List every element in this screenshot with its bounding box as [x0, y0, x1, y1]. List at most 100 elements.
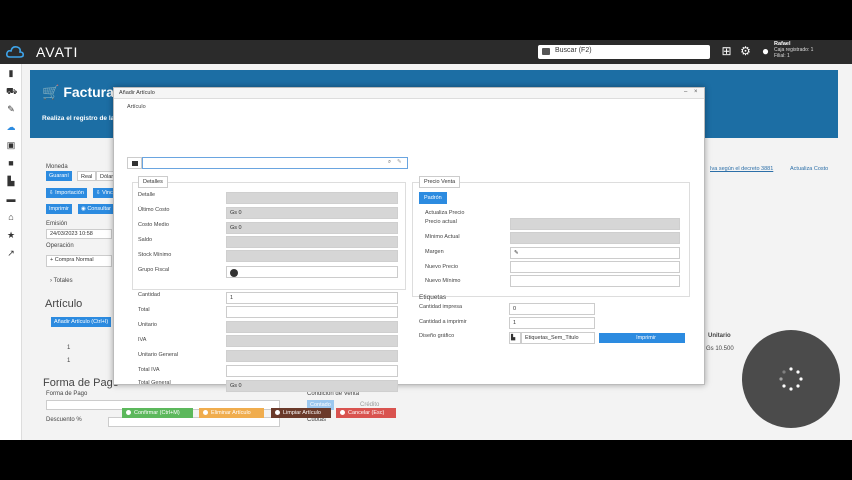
detalle-field — [226, 192, 398, 204]
row-number: 1 — [67, 345, 71, 351]
descuento-field[interactable] — [108, 417, 280, 427]
eraser-icon — [275, 410, 280, 415]
brand-name: AVATI — [36, 44, 79, 60]
totales-toggle[interactable]: › Totales — [50, 278, 73, 284]
importacion-button[interactable]: ⇩ Importación — [46, 188, 87, 198]
margen-field[interactable]: ✎ — [510, 247, 680, 259]
cart-icon[interactable]: ⛟ — [6, 86, 17, 96]
consultar-button[interactable]: ◉ Consultar — [78, 204, 114, 214]
precio-venta-tab[interactable]: Precio Venta — [419, 176, 461, 188]
articulo-label: Artículo — [127, 104, 146, 110]
imprimir-etiqueta-button[interactable]: Imprimir — [599, 333, 685, 343]
add-circle-icon[interactable] — [230, 269, 238, 277]
edit-icon[interactable]: ✎ — [397, 159, 402, 165]
costo-medio-field: Gs 0 — [226, 222, 398, 234]
total-iva-label: Total IVA — [138, 367, 160, 373]
total-iva-field[interactable] — [226, 365, 398, 377]
row-unitario: Gs 10.500 — [706, 346, 734, 352]
emision-label: Emisión — [46, 221, 68, 227]
screen: AVATI Buscar (F2) ⊞ ⚙ ● Rafael Caja regi… — [0, 40, 852, 440]
nuevo-precio-field[interactable] — [510, 261, 680, 273]
grupo-fiscal-field[interactable] — [226, 266, 398, 278]
detalle-label: Detalle — [138, 192, 156, 198]
operacion-field[interactable]: + Compra Normal — [46, 255, 112, 267]
nuevo-minimo-label: Nuevo Mínimo — [425, 278, 461, 284]
truck-icon[interactable]: ▬ — [6, 194, 16, 204]
cancelar-button[interactable]: Cancelar (Esc) — [336, 408, 396, 418]
cantidad-impresa-field[interactable]: 0 — [509, 303, 595, 315]
moneda-guarani[interactable]: Guaraní — [46, 171, 72, 181]
close-icon — [340, 410, 345, 415]
cantidad-label: Cantidad — [138, 292, 161, 298]
dialog-titlebar: Añadir Artículo – × — [114, 88, 704, 99]
iva-field — [226, 335, 398, 347]
cantidad-imprimir-field[interactable]: 1 — [509, 317, 595, 329]
col-unitario: Unitario — [708, 333, 731, 339]
decreto-link[interactable]: Iva según el decreto 3881 — [710, 166, 773, 172]
saldo-label: Saldo — [138, 237, 153, 243]
box-icon[interactable]: ■ — [6, 158, 16, 168]
articulo-heading: Artículo — [45, 298, 83, 310]
factory-icon[interactable]: ▙ — [6, 176, 16, 186]
close-icon[interactable]: × — [694, 89, 698, 95]
diseno-type-button[interactable]: ▙ — [509, 332, 521, 344]
cloud-nav-icon[interactable]: ☁ — [6, 122, 16, 132]
margen-label: Margen — [425, 249, 444, 255]
forma-pago-label: Forma de Pago — [46, 391, 88, 397]
minimize-icon[interactable]: – — [684, 89, 687, 95]
user-icon[interactable]: ● — [759, 45, 772, 58]
nuevo-minimo-field[interactable] — [510, 275, 680, 287]
search-icon[interactable]: ⌕ — [388, 159, 391, 166]
page-title: 🛒 Factura — [42, 84, 114, 100]
gear-icon[interactable]: ⚙ — [739, 45, 752, 58]
padron-tab[interactable]: Padrón — [419, 192, 447, 204]
cantidad-imprimir-label: Cantidad a imprimir — [419, 319, 467, 325]
eliminar-button[interactable]: Eliminar Artículo — [199, 408, 264, 418]
global-search-input[interactable]: Buscar (F2) — [538, 45, 710, 59]
cantidad-field[interactable]: 1 — [226, 292, 398, 304]
article-type-button[interactable] — [127, 157, 142, 169]
cantidad-impresa-label: Cantidad impresa — [419, 304, 463, 310]
add-article-dialog: Añadir Artículo – × Artículo ⌕ ✎ Detalle… — [113, 87, 705, 418]
money-icon[interactable]: ▣ — [6, 140, 16, 150]
wrench-icon[interactable]: ✎ — [6, 104, 16, 114]
row-number-2: 1 — [67, 358, 71, 364]
grupo-fiscal-label: Grupo Fiscal — [138, 267, 170, 273]
detalles-tab[interactable]: Detalles — [138, 176, 168, 188]
actualiza-costo-link[interactable]: Actualiza Costo — [790, 166, 828, 172]
descuento-label: Descuento % — [46, 417, 82, 423]
costo-medio-label: Costo Medio — [138, 222, 169, 228]
search-icon — [542, 48, 550, 55]
emision-field[interactable]: 24/03/2023 10:58 — [46, 229, 112, 239]
book-icon[interactable]: ▮ — [6, 68, 16, 78]
bank-icon[interactable]: ⌂ — [6, 212, 16, 222]
etiquetas-heading: Etiquetas — [419, 294, 447, 301]
unitario-field — [226, 321, 398, 333]
chart-icon[interactable]: ↗ — [6, 248, 16, 258]
star-icon[interactable]: ★ — [6, 230, 16, 240]
cloud-logo-icon[interactable] — [6, 45, 24, 59]
forma-pago-heading: Forma de Pago — [43, 377, 119, 389]
minimo-actual-field — [510, 232, 680, 244]
nuevo-precio-label: Nuevo Precio — [425, 264, 459, 270]
total-field[interactable] — [226, 306, 398, 318]
diseno-label: Diseño gráfico — [419, 333, 455, 339]
anadir-articulo-button[interactable]: Añadir Artículo (Ctrl+I) — [51, 317, 112, 327]
moneda-real[interactable]: Real — [77, 171, 97, 181]
limpiar-button[interactable]: Limpiar Artículo — [271, 408, 331, 418]
trash-icon — [203, 410, 208, 415]
unitario-general-field — [226, 350, 398, 362]
articulo-search-input[interactable] — [142, 157, 408, 169]
precio-actual-field — [510, 218, 680, 230]
total-label: Total — [138, 307, 150, 313]
confirmar-button[interactable]: Confirmar (Ctrl+M) — [122, 408, 193, 418]
operacion-label: Operación — [46, 243, 74, 249]
total-general-field: Gs 0 — [226, 380, 398, 392]
imprimir-bg-button[interactable]: Imprimir — [46, 204, 72, 214]
list-icon — [131, 161, 138, 166]
plus-square-icon[interactable]: ⊞ — [720, 45, 733, 58]
stock-minimo-label: Stock Mínimo — [138, 252, 172, 258]
top-bar: AVATI Buscar (F2) ⊞ ⚙ ● Rafael Caja regi… — [0, 40, 852, 64]
diseno-field[interactable]: Etiquetas_Sem_Titulo — [521, 332, 595, 344]
spinner-icon — [779, 367, 803, 391]
